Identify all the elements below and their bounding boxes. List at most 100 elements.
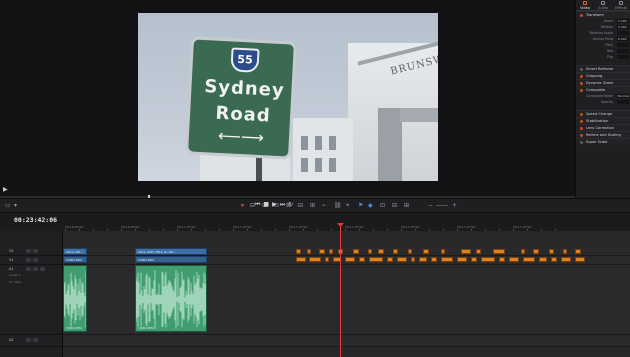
solo-icon[interactable]: [33, 267, 38, 271]
lock-icon[interactable]: [26, 249, 31, 253]
inspector-section[interactable]: Speed Change: [576, 110, 630, 117]
track-header-a1[interactable]: A1 Audio 1 11 Clips: [0, 265, 63, 335]
marker-chip[interactable]: [325, 257, 329, 262]
marker-chip[interactable]: [296, 257, 306, 262]
inspector-section[interactable]: Cropping: [576, 72, 630, 79]
audio-clip[interactable]: C0002.MP4: [135, 265, 207, 332]
marker-chip[interactable]: [493, 249, 505, 254]
lock-icon[interactable]: [26, 258, 31, 262]
solo-icon[interactable]: [33, 338, 38, 342]
marker-chip[interactable]: [329, 249, 333, 254]
marker-chip[interactable]: [551, 257, 557, 262]
marker-chip[interactable]: [393, 249, 398, 254]
marker-chip[interactable]: [309, 257, 321, 262]
marker-icon[interactable]: ◆: [368, 203, 373, 209]
tab-effects[interactable]: Effects: [612, 0, 630, 10]
marker-chip[interactable]: [471, 257, 477, 262]
play-button-icon[interactable]: ▶: [272, 201, 280, 208]
inspector-section[interactable]: Super Scale: [576, 138, 630, 145]
marker-chip[interactable]: [481, 257, 495, 262]
source-viewer[interactable]: BRUNSW 55 Sydney Road ⟵⟶ ▶: [0, 0, 575, 196]
row-value-field[interactable]: [617, 100, 629, 104]
inspector-section[interactable]: Dynamic Zoom: [576, 79, 630, 86]
select-icon[interactable]: ➤: [240, 203, 245, 209]
marker-chip[interactable]: [419, 257, 427, 262]
enable-dot-icon[interactable]: [580, 141, 583, 144]
marker-chip[interactable]: [397, 257, 407, 262]
inspector-section[interactable]: Composite: [576, 86, 630, 93]
enable-dot-icon[interactable]: [580, 127, 583, 130]
marker-chip[interactable]: [561, 257, 571, 262]
marker-chip[interactable]: [387, 257, 393, 262]
zoom-full-icon[interactable]: ⊡: [380, 203, 385, 209]
marker-chip[interactable]: [408, 249, 412, 254]
snap-icon[interactable]: ⌁: [322, 203, 326, 209]
zoom-out-icon[interactable]: −: [428, 203, 433, 209]
marker-chip[interactable]: [353, 249, 359, 254]
marker-chip[interactable]: [359, 257, 365, 262]
dropdown-icon[interactable]: ▾: [14, 203, 17, 209]
fit-icon[interactable]: ⊞: [310, 203, 315, 209]
inspector-section[interactable]: Lens Correction: [576, 124, 630, 131]
enable-dot-icon[interactable]: [580, 113, 583, 116]
marker-chip[interactable]: [378, 249, 384, 254]
enable-dot-icon[interactable]: [580, 120, 583, 123]
play-icon[interactable]: ▶: [3, 186, 8, 193]
eye-icon[interactable]: [33, 258, 38, 262]
lock-icon[interactable]: [26, 338, 31, 342]
inspector-section[interactable]: Smart Reframe: [576, 65, 630, 72]
track-header-v2[interactable]: V2: [0, 247, 63, 256]
enable-dot-icon[interactable]: [580, 14, 583, 17]
zoom-slider[interactable]: ——: [436, 203, 448, 209]
marker-chip[interactable]: [296, 249, 301, 254]
row-value-field[interactable]: [617, 49, 629, 53]
timeline-tracks[interactable]: A011_C00... A011_C025_0814_0L_001... C00…: [63, 231, 630, 357]
replace-icon[interactable]: ⊟: [298, 203, 303, 209]
tab-video[interactable]: Video: [576, 0, 594, 10]
row-value-field[interactable]: [617, 31, 629, 35]
marker-chip[interactable]: [521, 249, 525, 254]
video-clip-v2[interactable]: A011_C00...: [63, 248, 87, 255]
zoom-in-icon[interactable]: +: [452, 203, 457, 209]
marker-chip[interactable]: [441, 249, 445, 254]
zoom-detail-icon[interactable]: ⊟: [392, 203, 397, 209]
lock-icon[interactable]: [26, 267, 31, 271]
marker-chip[interactable]: [476, 249, 481, 254]
row-value-field[interactable]: 0.000: [617, 25, 629, 29]
marker-chip[interactable]: [307, 249, 311, 254]
marker-chip[interactable]: [509, 257, 519, 262]
loop-icon[interactable]: ↻: [288, 201, 296, 208]
marker-chip[interactable]: [319, 249, 325, 254]
marker-chip[interactable]: [499, 257, 505, 262]
enable-dot-icon[interactable]: [580, 82, 583, 85]
marker-chip[interactable]: [461, 249, 471, 254]
audio-clip[interactable]: C0001.MP4: [63, 265, 87, 332]
marker-chip[interactable]: [457, 257, 467, 262]
row-value-field[interactable]: Normal: [617, 94, 629, 98]
marker-chip[interactable]: [368, 249, 372, 254]
enable-dot-icon[interactable]: [580, 75, 583, 78]
row-value-field[interactable]: 0.000: [617, 37, 629, 41]
row-value-field[interactable]: [617, 55, 629, 59]
playhead[interactable]: [340, 226, 341, 357]
link-icon[interactable]: ⛓: [334, 203, 342, 209]
marker-chip[interactable]: [549, 249, 554, 254]
position-lock-icon[interactable]: ⌖: [346, 203, 349, 209]
marker-chip[interactable]: [523, 257, 535, 262]
marker-chip[interactable]: [575, 249, 581, 254]
marker-chip[interactable]: [345, 257, 355, 262]
layout-icon[interactable]: ▭: [5, 203, 11, 209]
zoom-custom-icon[interactable]: ⊞: [404, 203, 409, 209]
section-transform[interactable]: Transform: [576, 11, 630, 18]
enable-dot-icon[interactable]: [580, 89, 583, 92]
marker-chip[interactable]: [575, 257, 585, 262]
eye-icon[interactable]: [33, 249, 38, 253]
video-clip-v1[interactable]: C0002.MP4: [63, 256, 87, 263]
enable-dot-icon[interactable]: [580, 68, 583, 71]
inspector-section[interactable]: Stabilization: [576, 117, 630, 124]
tab-audio[interactable]: Audio: [594, 0, 612, 10]
row-value-field[interactable]: 1.000: [617, 19, 629, 23]
marker-chip[interactable]: [441, 257, 453, 262]
flag-icon[interactable]: ⚑: [358, 203, 363, 209]
track-header-v1[interactable]: V1: [0, 256, 63, 265]
